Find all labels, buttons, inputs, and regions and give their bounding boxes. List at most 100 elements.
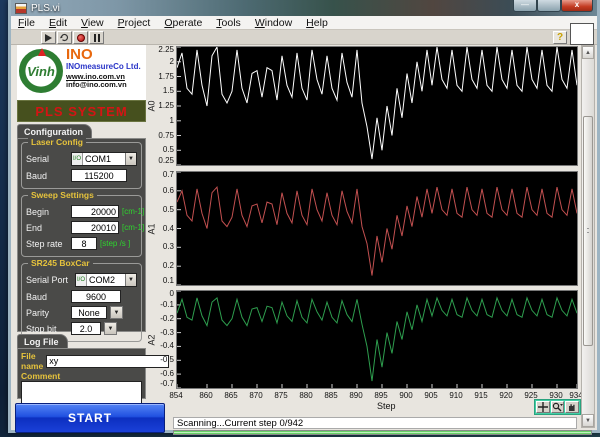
status-text: Scanning...Current step 0/942 xyxy=(173,417,577,429)
comment-input[interactable] xyxy=(21,381,142,405)
chevron-down-icon[interactable]: ▼ xyxy=(110,306,123,319)
boxcar-port-select[interactable]: I/O COM2 ▼ xyxy=(75,273,137,287)
x-tick-label: 915 xyxy=(474,391,487,400)
y-tick-label: 0.25 xyxy=(158,156,174,165)
cursor-tool-button[interactable] xyxy=(536,401,550,413)
step-rate-input[interactable] xyxy=(71,237,97,250)
pan-tool-button[interactable] xyxy=(565,401,579,413)
log-file-panel: File name Comment xyxy=(17,348,146,399)
serial-port-value: COM1 xyxy=(83,154,125,164)
y-tick-label: 2 xyxy=(170,57,174,66)
x-tick-label: 905 xyxy=(424,391,437,400)
y-ticks-a1: 0.70.60.50.40.30.20.1 xyxy=(152,171,175,286)
maximize-button[interactable] xyxy=(537,0,561,12)
io-icon: I/O xyxy=(76,274,87,286)
plot-a0[interactable] xyxy=(176,46,578,166)
crosshair-icon xyxy=(538,402,548,412)
chart-a2: A2 0-0.1-0.2-0.3-0.4-0.5-0.6-0.7 xyxy=(146,290,578,389)
end-unit: [cm-1] xyxy=(122,223,144,232)
vertical-scrollbar[interactable]: ▲ ▼ xyxy=(581,45,595,428)
begin-input[interactable] xyxy=(71,205,119,218)
stop-bit-value[interactable]: 2.0 xyxy=(71,322,101,335)
menu-item-view[interactable]: View xyxy=(74,17,111,29)
labview-app-icon xyxy=(15,3,27,14)
serial-label: Serial xyxy=(26,154,68,164)
chevron-down-icon[interactable]: ▼ xyxy=(104,322,117,335)
run-continuous-icon xyxy=(59,32,70,43)
configuration-panel: Laser Config Serial I/O COM1 ▼ Baud xyxy=(17,138,146,332)
x-tick-label: 890 xyxy=(349,391,362,400)
x-tick-label: 865 xyxy=(224,391,237,400)
menu-item-file[interactable]: File xyxy=(11,17,42,29)
y-tick-label: 0.2 xyxy=(163,261,174,270)
pause-icon xyxy=(94,34,100,42)
pause-button[interactable] xyxy=(89,31,104,44)
logo-name: Vinh xyxy=(21,64,61,79)
y-tick-label: 0.7 xyxy=(163,170,174,179)
run-continuous-button[interactable] xyxy=(57,31,72,44)
menu-item-operate[interactable]: Operate xyxy=(157,17,209,29)
y-tick-label: -0.5 xyxy=(160,355,174,364)
menu-item-help[interactable]: Help xyxy=(299,17,335,29)
x-tick-label: 875 xyxy=(274,391,287,400)
menu-item-project[interactable]: Project xyxy=(111,17,158,29)
tab-log-file[interactable]: Log File xyxy=(17,334,68,349)
boxcar-port-value: COM2 xyxy=(87,275,125,285)
logo-flame-icon xyxy=(38,48,46,56)
laser-config-title: Laser Config xyxy=(28,137,86,147)
chevron-down-icon[interactable]: ▼ xyxy=(125,274,136,286)
menu-item-edit[interactable]: Edit xyxy=(42,17,74,29)
stop-bit-label: Stop bit xyxy=(26,324,68,334)
begin-unit: [cm-1] xyxy=(122,207,144,216)
close-button[interactable]: x xyxy=(561,0,593,12)
vi-icon[interactable] xyxy=(570,23,594,45)
sweep-settings-group: Sweep Settings Begin [cm-1] End [cm-1] S… xyxy=(21,195,142,257)
y-tick-label: 1.75 xyxy=(158,72,174,81)
company-email: info@ino.com.vn xyxy=(66,81,141,89)
y-tick-label: -0.3 xyxy=(160,328,174,337)
menu-bar: FileEditViewProjectOperateToolsWindowHel… xyxy=(11,16,597,30)
parity-value[interactable]: None xyxy=(71,306,107,319)
chevron-down-icon[interactable]: ▼ xyxy=(125,153,136,165)
brand-block: ĐẠI HỌC Vinh 1959 INO INOmeasureCo Ltd. … xyxy=(17,45,146,100)
y-tick-label: 0.5 xyxy=(163,145,174,154)
end-label: End xyxy=(26,223,68,233)
x-tick-label: 870 xyxy=(249,391,262,400)
boxcar-baud-input[interactable] xyxy=(71,290,121,303)
serial-port-select[interactable]: I/O COM1 ▼ xyxy=(71,152,137,166)
front-panel: ĐẠI HỌC Vinh 1959 INO INOmeasureCo Ltd. … xyxy=(13,45,595,428)
start-button[interactable]: START xyxy=(15,403,165,433)
abort-icon xyxy=(77,34,85,42)
minimize-button[interactable]: — xyxy=(513,0,537,12)
help-button[interactable]: ? xyxy=(553,31,567,44)
scroll-up-arrow[interactable]: ▲ xyxy=(582,46,594,59)
menu-item-window[interactable]: Window xyxy=(248,17,299,29)
y-tick-label: -0.2 xyxy=(160,314,174,323)
scroll-down-arrow[interactable]: ▼ xyxy=(582,414,594,427)
y-tick-label: -0.1 xyxy=(160,300,174,309)
vinh-university-logo: ĐẠI HỌC Vinh 1959 xyxy=(19,49,63,93)
title-bar: PLS.vi — x xyxy=(11,0,597,16)
toolbar: ? xyxy=(11,30,597,45)
boxcar-group: SR245 BoxCar Serial Port I/O COM2 ▼ Baud xyxy=(21,263,142,342)
y-tick-label: 0.4 xyxy=(163,224,174,233)
plot-a1[interactable] xyxy=(176,171,578,286)
end-input[interactable] xyxy=(71,221,119,234)
run-button[interactable] xyxy=(41,31,56,44)
zoom-tool-button[interactable] xyxy=(551,401,565,413)
x-tick-label: 920 xyxy=(499,391,512,400)
baud-input[interactable] xyxy=(71,169,127,182)
x-ticks: 8548608658708758808858908959009059109159… xyxy=(146,391,578,400)
scrollbar-grip xyxy=(587,228,589,233)
boxcar-baud-label: Baud xyxy=(26,292,68,302)
scrollbar-thumb[interactable] xyxy=(583,116,593,346)
comment-label: Comment xyxy=(21,371,142,381)
y-tick-label: 1.5 xyxy=(163,86,174,95)
y-tick-label: -0.6 xyxy=(160,369,174,378)
plot-a2[interactable] xyxy=(176,290,578,389)
menu-item-tools[interactable]: Tools xyxy=(209,17,248,29)
logo-year: 1959 xyxy=(21,81,61,86)
logo-top-text: ĐẠI HỌC xyxy=(21,56,61,61)
abort-button[interactable] xyxy=(73,31,88,44)
chart-a0: A0 2.2521.751.51.2510.750.50.25 xyxy=(146,46,578,166)
